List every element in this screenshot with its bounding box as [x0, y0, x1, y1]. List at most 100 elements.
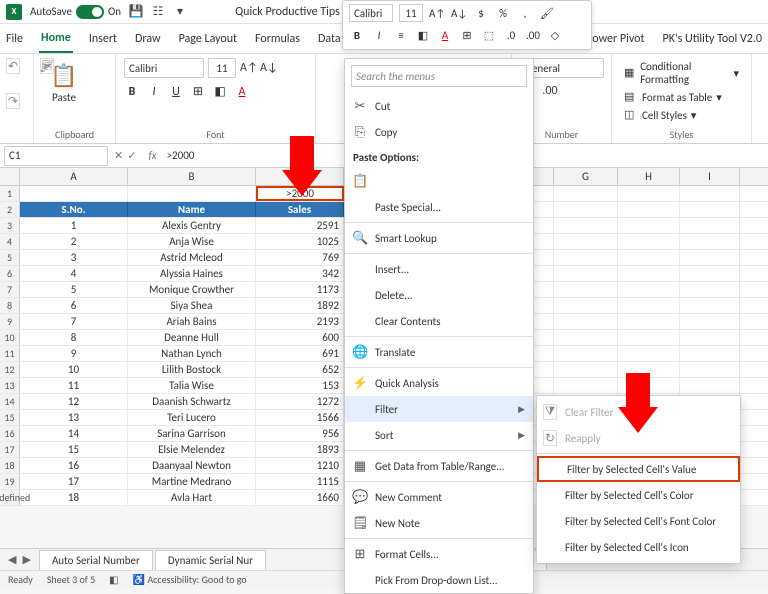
cell[interactable]: 956	[256, 426, 344, 441]
touch-mode-icon[interactable]: ☷	[151, 5, 165, 19]
cell[interactable]: 11	[20, 378, 128, 393]
font-color-btn[interactable]: A	[234, 85, 250, 99]
font-color-icon[interactable]: A	[437, 29, 453, 42]
format-painter-icon[interactable]: 🖌	[539, 7, 555, 20]
cell[interactable]	[554, 282, 618, 297]
cm-get-data[interactable]: ▦Get Data from Table/Range...	[345, 453, 533, 479]
cell[interactable]: Daanish Schwartz	[128, 394, 256, 409]
cell[interactable]	[680, 250, 740, 265]
cell[interactable]: Siya Shea	[128, 298, 256, 313]
cell[interactable]	[618, 250, 680, 265]
underline-btn[interactable]: U	[168, 85, 184, 99]
cell[interactable]	[554, 362, 618, 377]
cell[interactable]	[680, 298, 740, 313]
cell[interactable]: 153	[256, 378, 344, 393]
cell[interactable]: 1660	[256, 490, 344, 505]
cell[interactable]	[680, 266, 740, 281]
row-header[interactable]: 17	[0, 442, 20, 457]
autosave-control[interactable]: AutoSave On	[30, 5, 121, 19]
cell[interactable]: Sarina Garrison	[128, 426, 256, 441]
row-header[interactable]: 14	[0, 394, 20, 409]
table-header[interactable]: Sales	[256, 202, 344, 217]
macro-record-icon[interactable]: ◧	[109, 573, 118, 586]
cell[interactable]	[618, 266, 680, 281]
cell[interactable]	[680, 186, 740, 201]
percent-icon[interactable]: %	[495, 7, 511, 20]
cell[interactable]	[554, 234, 618, 249]
row-header[interactable]: 12	[0, 362, 20, 377]
cell[interactable]	[618, 234, 680, 249]
fx-label[interactable]: fx	[148, 149, 156, 162]
cell[interactable]	[554, 330, 618, 345]
cell[interactable]: Astrid Mcleod	[128, 250, 256, 265]
row-header[interactable]: 4	[0, 234, 20, 249]
cell[interactable]: 13	[20, 410, 128, 425]
tab-insert[interactable]: Insert	[87, 26, 119, 52]
cell[interactable]: 12	[20, 394, 128, 409]
cell[interactable]	[680, 218, 740, 233]
cell[interactable]	[680, 346, 740, 361]
cell[interactable]: 691	[256, 346, 344, 361]
cancel-entry-icon[interactable]: ✕	[114, 149, 123, 162]
cm-paste-special[interactable]: Paste Special...	[345, 194, 533, 220]
cm-translate[interactable]: 🌐Translate	[345, 339, 533, 365]
cm-new-note[interactable]: 🗒New Note	[345, 510, 533, 536]
row-header[interactable]: 1	[0, 186, 20, 201]
cell[interactable]: 4	[20, 266, 128, 281]
decimal-inc-icon[interactable]: .00	[525, 29, 541, 42]
row-header[interactable]: 2	[0, 202, 20, 217]
cell[interactable]	[554, 202, 618, 217]
cell[interactable]: 5	[20, 282, 128, 297]
cell[interactable]: Teri Lucero	[128, 410, 256, 425]
row-header[interactable]: 19	[0, 474, 20, 489]
cell[interactable]: 2193	[256, 314, 344, 329]
fill-color-icon[interactable]: ◧	[415, 29, 431, 42]
row-header[interactable]: 6	[0, 266, 20, 281]
grow-font-icon[interactable]: A↑	[240, 61, 256, 75]
row-header[interactable]: 13	[0, 378, 20, 393]
tab-power-pivot[interactable]: Power Pivot	[584, 26, 646, 52]
col-header-A[interactable]: A	[20, 168, 128, 185]
save-icon[interactable]: 💾	[129, 5, 143, 19]
mini-font-select[interactable]: Calibri	[349, 4, 393, 22]
cell[interactable]	[680, 378, 740, 393]
qat-dropdown-icon[interactable]: ▾	[173, 5, 187, 19]
decrease-font-icon[interactable]: A↓	[451, 7, 467, 20]
cell[interactable]: 1025	[256, 234, 344, 249]
cell[interactable]: 342	[256, 266, 344, 281]
cell[interactable]: 769	[256, 250, 344, 265]
merge-icon[interactable]: ⬚	[481, 29, 497, 42]
row-header[interactable]: 18	[0, 458, 20, 473]
bold-icon[interactable]: B	[349, 29, 365, 42]
context-search-input[interactable]: Search the menus	[351, 65, 527, 87]
cell[interactable]	[680, 362, 740, 377]
cell[interactable]	[680, 202, 740, 217]
cm-cut[interactable]: ✂Cut	[345, 93, 533, 119]
cell[interactable]: 2591	[256, 218, 344, 233]
name-box[interactable]: C1	[4, 146, 108, 166]
borders-icon[interactable]: ⊞	[459, 29, 475, 42]
fill-color-btn[interactable]: ◧	[212, 84, 228, 99]
cell[interactable]	[680, 282, 740, 297]
cell[interactable]: 3	[20, 250, 128, 265]
cell[interactable]: 1115	[256, 474, 344, 489]
cell[interactable]: Alyssia Haines	[128, 266, 256, 281]
row-header[interactable]: 11	[0, 346, 20, 361]
undo-icon[interactable]: ↶	[6, 58, 20, 74]
cell[interactable]	[680, 234, 740, 249]
confirm-entry-icon[interactable]: ✓	[127, 149, 136, 162]
cm-clear-contents[interactable]: Clear Contents	[345, 308, 533, 334]
row-header[interactable]: undefined	[0, 490, 20, 505]
select-all-corner[interactable]	[0, 168, 20, 185]
italic-btn[interactable]: I	[146, 85, 162, 99]
tab-page-layout[interactable]: Page Layout	[177, 26, 239, 52]
conditional-formatting-button[interactable]: ▦Conditional Formatting ▾	[620, 58, 743, 88]
tab-formulas[interactable]: Formulas	[253, 26, 302, 52]
cell[interactable]	[618, 314, 680, 329]
cell[interactable]	[618, 346, 680, 361]
tab-draw[interactable]: Draw	[133, 26, 163, 52]
col-header-B[interactable]: B	[128, 168, 256, 185]
cell[interactable]: 9	[20, 346, 128, 361]
cm-pick-list[interactable]: Pick From Drop-down List...	[345, 567, 533, 593]
cell[interactable]: Talia Wise	[128, 378, 256, 393]
